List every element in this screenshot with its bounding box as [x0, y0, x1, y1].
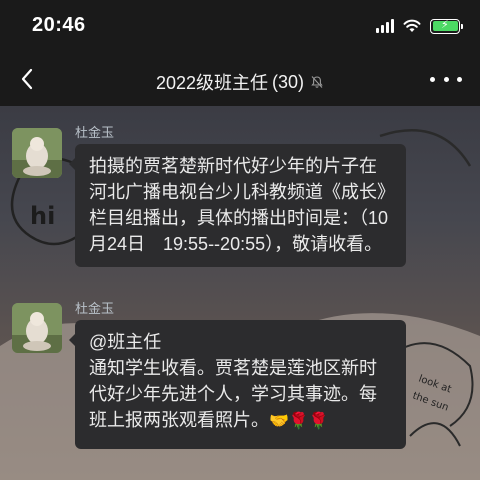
signal-icon: [376, 19, 394, 33]
avatar[interactable]: [12, 303, 62, 353]
message-bubble[interactable]: 拍摄的贾茗楚新时代好少年的片子在河北广播电视台少儿科教频道《成长》栏目组播出，具…: [69, 144, 406, 267]
more-dots-icon: [430, 76, 435, 82]
chat-title-text: 2022级班主任: [155, 73, 269, 93]
message-text: 通知学生收看。贾茗楚是莲池区新时代好少年先进个人，学习其事迹。每班上报两张观看照…: [89, 358, 377, 430]
emoji-handshake-rose-icon: 🤝🌹🌹: [269, 413, 329, 430]
sender-name: 杜金玉: [75, 301, 115, 316]
battery-icon: ⚡: [430, 18, 463, 34]
mute-bell-icon: [311, 76, 323, 88]
avatar[interactable]: [12, 128, 62, 178]
more-button[interactable]: [430, 68, 462, 90]
mention-text: @班主任: [89, 332, 162, 352]
chat-area[interactable]: hi look at the sun 杜金玉 拍摄的贾茗楚新时代好少年的片子在河…: [0, 106, 480, 480]
message-bubble[interactable]: @班主任 通知学生收看。贾茗楚是莲池区新时代好少年先进个人，学习其事迹。每班上报…: [69, 320, 406, 449]
sender-name: 杜金玉: [75, 125, 115, 140]
status-time: 20:46: [32, 14, 86, 36]
member-count: (30): [272, 71, 305, 92]
svg-text:hi: hi: [30, 202, 55, 230]
avatar-image: [12, 303, 62, 353]
nav-bar: 2022级班主任 (30): [0, 52, 480, 106]
status-bar: 20:46 ⚡: [0, 0, 480, 52]
chat-title: 2022级班主任 (30): [0, 69, 480, 95]
avatar-image: [12, 128, 62, 178]
wifi-icon: [403, 19, 421, 32]
status-icons: ⚡: [376, 18, 463, 34]
